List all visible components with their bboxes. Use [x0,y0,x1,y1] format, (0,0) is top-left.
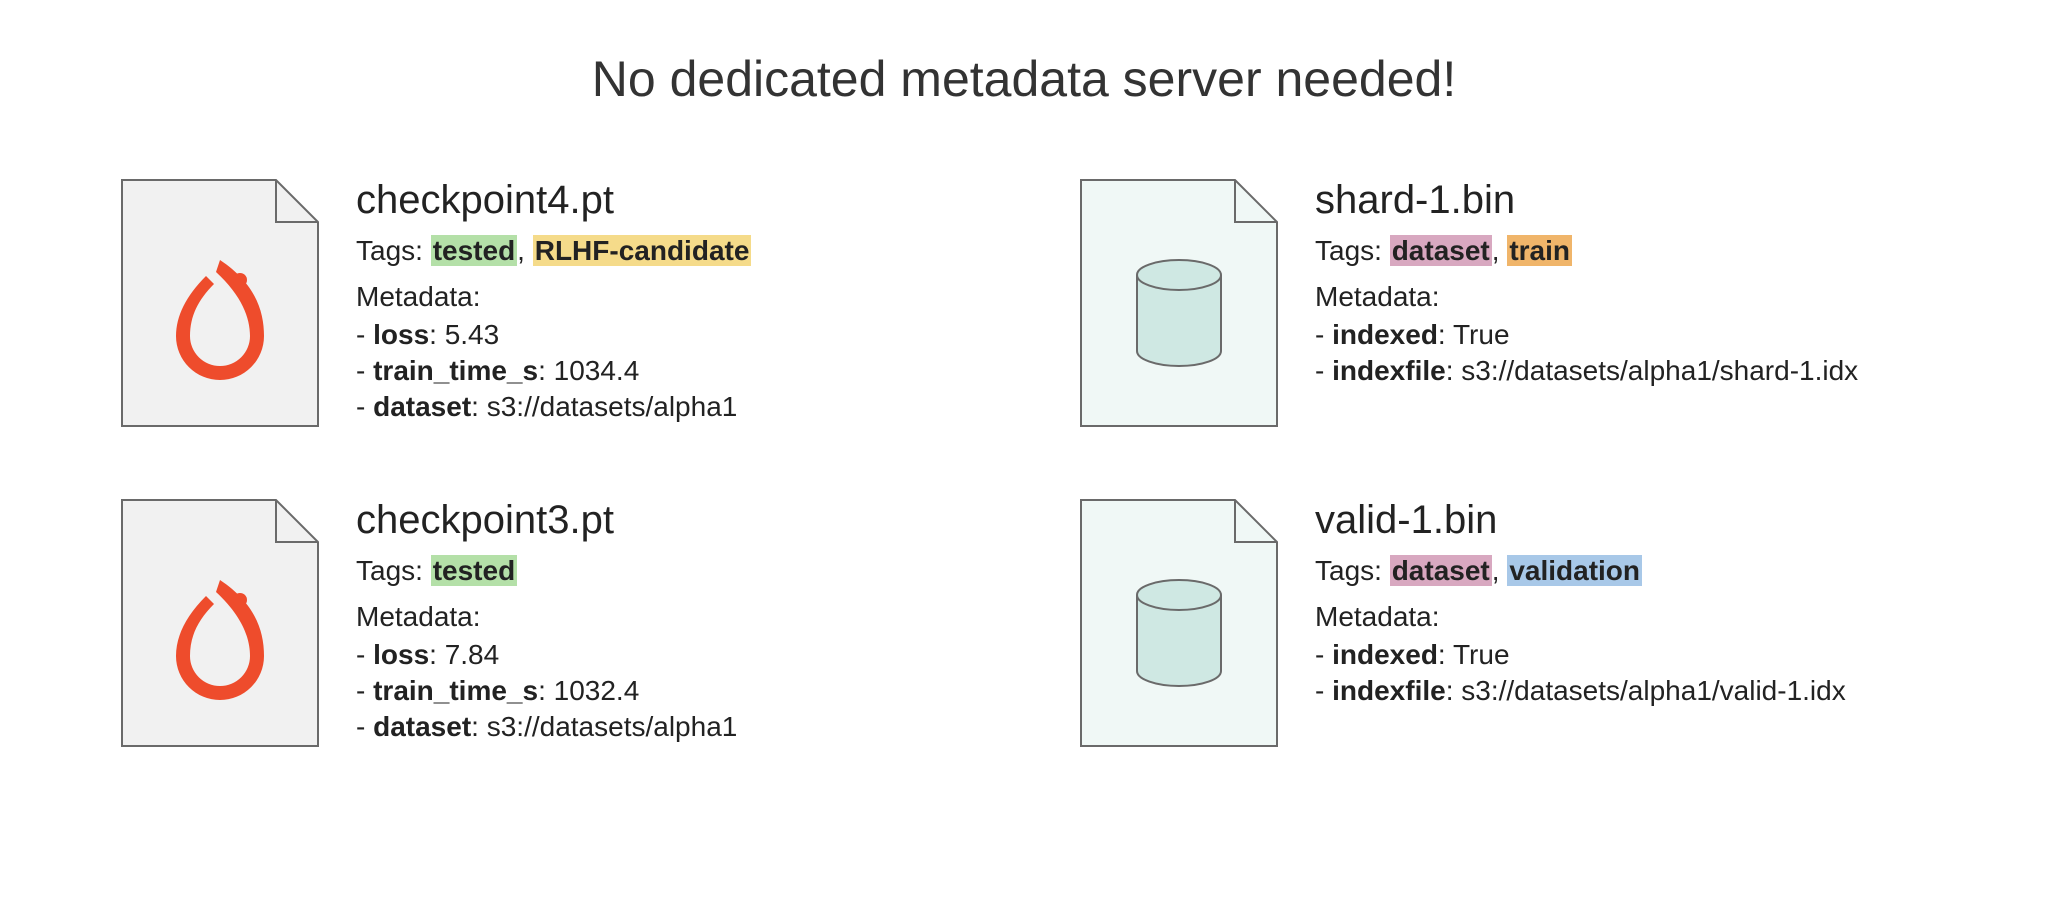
metadata-row: - indexed: True [1315,319,1928,351]
file-item: shard-1.bin Tags: dataset, train Metadata:… [1079,178,1928,428]
file-info: valid-1.bin Tags: dataset, validation Meta… [1315,498,1928,711]
metadata-key: indexfile [1332,675,1446,706]
tag-separator: , [517,235,533,266]
metadata-row: - indexfile: s3://datasets/alpha1/valid-… [1315,675,1928,707]
tags-line: Tags: dataset, validation [1315,555,1928,587]
metadata-value: s3://datasets/alpha1/shard-1.idx [1461,355,1858,386]
file-grid: checkpoint4.pt Tags: tested, RLHF-candida… [120,178,1928,748]
metadata-key: indexed [1332,319,1438,350]
file-icon [1079,178,1279,428]
metadata-value: s3://datasets/alpha1 [487,391,738,422]
file-icon [120,498,320,748]
tags-label: Tags: [1315,555,1390,586]
file-icon-wrap [120,498,320,748]
metadata-label: Metadata: [356,601,969,633]
metadata-value: True [1453,319,1510,350]
metadata-key: indexfile [1332,355,1446,386]
metadata-row: - loss: 5.43 [356,319,969,351]
file-item: checkpoint3.pt Tags: tested Metadata: - los… [120,498,969,748]
metadata-label: Metadata: [1315,601,1928,633]
file-name: valid-1.bin [1315,498,1928,543]
tags-label: Tags: [356,235,431,266]
metadata-key: dataset [373,711,471,742]
tag-separator: , [1492,555,1508,586]
metadata-row: - dataset: s3://datasets/alpha1 [356,391,969,423]
metadata-row: - train_time_s: 1032.4 [356,675,969,707]
tag-separator: , [1492,235,1508,266]
metadata-value: True [1453,639,1510,670]
tags-label: Tags: [356,555,431,586]
file-icon-wrap [1079,178,1279,428]
metadata-row: - dataset: s3://datasets/alpha1 [356,711,969,743]
file-icon [120,178,320,428]
tag: tested [431,235,517,266]
file-item: checkpoint4.pt Tags: tested, RLHF-candida… [120,178,969,428]
file-name: checkpoint3.pt [356,498,969,543]
diagram-title: No dedicated metadata server needed! [120,50,1928,108]
metadata-key: train_time_s [373,355,538,386]
metadata-value: 1032.4 [554,675,640,706]
file-name: shard-1.bin [1315,178,1928,223]
metadata-label: Metadata: [356,281,969,313]
metadata-row: - loss: 7.84 [356,639,969,671]
tag: validation [1507,555,1642,586]
tags-line: Tags: tested [356,555,969,587]
metadata-value: 1034.4 [554,355,640,386]
metadata-value: 5.43 [445,319,500,350]
metadata-row: - train_time_s: 1034.4 [356,355,969,387]
tags-label: Tags: [1315,235,1390,266]
metadata-value: 7.84 [445,639,500,670]
tag: train [1507,235,1572,266]
metadata-label: Metadata: [1315,281,1928,313]
database-cylinder-icon [1137,580,1221,686]
file-icon-wrap [120,178,320,428]
tags-line: Tags: dataset, train [1315,235,1928,267]
metadata-value: s3://datasets/alpha1/valid-1.idx [1461,675,1845,706]
metadata-key: train_time_s [373,675,538,706]
file-info: shard-1.bin Tags: dataset, train Metadata:… [1315,178,1928,391]
tag: dataset [1390,235,1492,266]
file-info: checkpoint3.pt Tags: tested Metadata: - los… [356,498,969,747]
tag: dataset [1390,555,1492,586]
tag: tested [431,555,517,586]
metadata-row: - indexed: True [1315,639,1928,671]
metadata-key: indexed [1332,639,1438,670]
file-item: valid-1.bin Tags: dataset, validation Meta… [1079,498,1928,748]
database-cylinder-icon [1137,260,1221,366]
file-icon [1079,498,1279,748]
tag: RLHF-candidate [533,235,752,266]
diagram-canvas: No dedicated metadata server needed! che… [0,0,2048,911]
file-icon-wrap [1079,498,1279,748]
file-name: checkpoint4.pt [356,178,969,223]
tags-line: Tags: tested, RLHF-candidate [356,235,969,267]
metadata-key: loss [373,639,429,670]
metadata-key: loss [373,319,429,350]
metadata-key: dataset [373,391,471,422]
file-info: checkpoint4.pt Tags: tested, RLHF-candida… [356,178,969,427]
metadata-value: s3://datasets/alpha1 [487,711,738,742]
metadata-row: - indexfile: s3://datasets/alpha1/shard-… [1315,355,1928,387]
